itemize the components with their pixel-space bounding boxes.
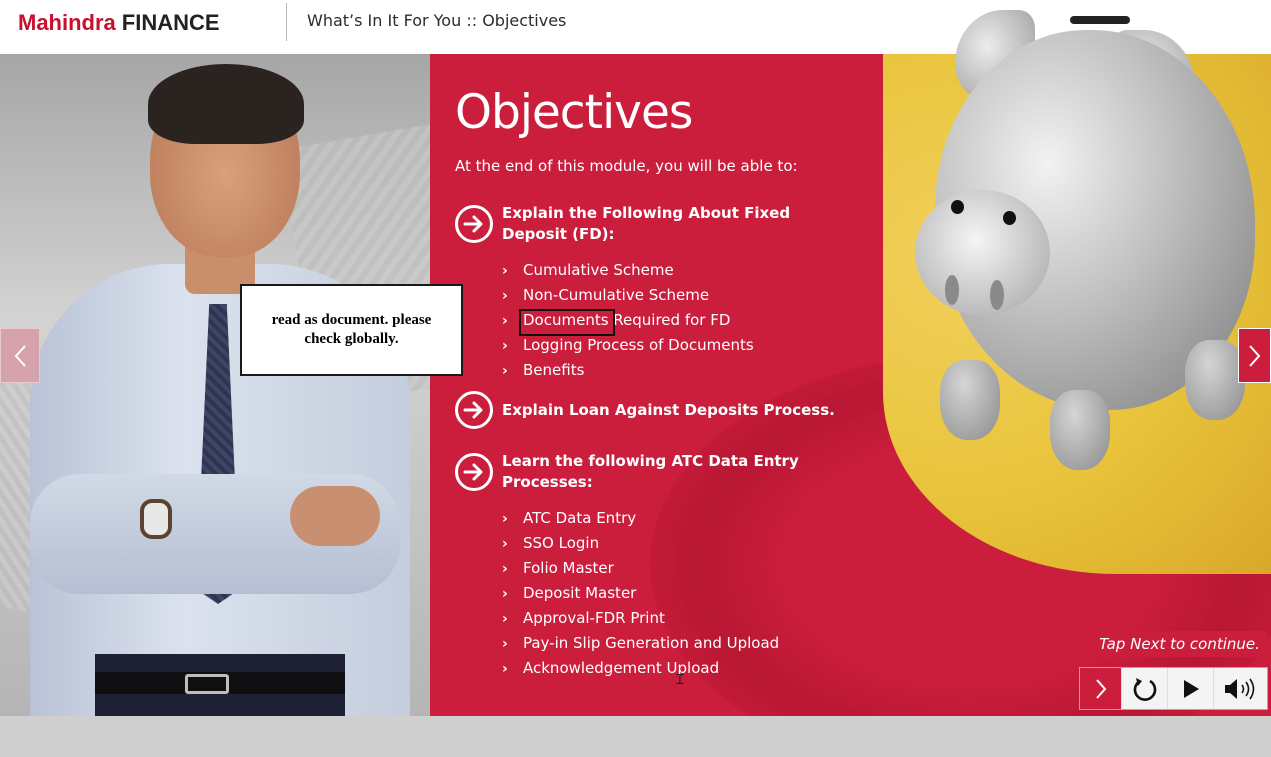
review-highlight-box [519,309,615,336]
objective-heading: Learn the following ATC Data Entry Proce… [502,452,799,491]
previous-slide-button[interactable] [0,328,40,383]
list-item: › Logging Process of Documents [502,336,754,354]
list-item: › Deposit Master [502,584,637,602]
list-item: › Folio Master [502,559,614,577]
chevron-right-small-icon: › [502,263,508,279]
list-item: › Acknowledgement Upload [502,659,720,677]
chevron-right-icon [1095,678,1106,699]
review-comment-box: read as document. please check globally. [240,284,463,376]
play-icon [1183,679,1199,698]
footer-bar [0,716,1271,757]
businessman-illustration [0,54,430,716]
chevron-right-small-icon: › [502,536,508,552]
list-item: › Non-Cumulative Scheme [502,286,710,304]
chevron-right-small-icon: › [502,611,508,627]
watch-icon [140,499,172,539]
slide-title: Objectives [455,85,693,140]
businessman-photo [0,54,430,716]
list-item: › Approval-FDR Print [502,609,665,627]
piggy-bank-image [915,0,1265,500]
chevron-right-small-icon: › [502,288,508,304]
list-item: › Pay-in Slip Generation and Upload [502,634,780,652]
list-item: › ATC Data Entry [502,509,637,527]
chevron-right-small-icon: › [502,338,508,354]
chevron-right-small-icon: › [502,636,508,652]
next-slide-button[interactable] [1238,328,1271,383]
objective-heading: Explain Loan Against Deposits Process. [502,401,835,419]
chevron-right-small-icon: › [502,363,508,379]
replay-icon [1133,677,1156,701]
slide-intro: At the end of this module, you will be a… [455,157,798,175]
chevron-right-small-icon: › [502,511,508,527]
chevron-left-icon [14,344,26,367]
audio-button[interactable] [1213,668,1267,709]
chevron-right-icon [1248,344,1260,367]
mahindra-finance-logo: Mahindra FINANCE [18,10,220,35]
header-divider [286,3,287,41]
chevron-right-small-icon: › [502,586,508,602]
tap-next-hint: Tap Next to continue. [1092,631,1267,657]
circle-arrow-right-icon [455,453,493,491]
replay-button[interactable] [1121,668,1167,709]
text-cursor-icon: Ɪ [676,672,684,688]
objective-heading: Explain the Following About Fixed Deposi… [502,204,791,243]
next-button[interactable] [1080,668,1121,709]
chevron-right-small-icon: › [502,661,508,677]
list-item: › SSO Login [502,534,600,552]
circle-arrow-right-icon [455,391,493,429]
page-title: What’s In It For You :: Objectives [307,11,567,30]
list-item: › Benefits [502,361,585,379]
circle-arrow-right-icon [455,205,493,243]
play-button[interactable] [1167,668,1213,709]
chevron-right-small-icon: › [502,561,508,577]
speaker-icon [1224,678,1254,699]
list-item: › Cumulative Scheme [502,261,674,279]
playback-controls [1079,667,1268,710]
